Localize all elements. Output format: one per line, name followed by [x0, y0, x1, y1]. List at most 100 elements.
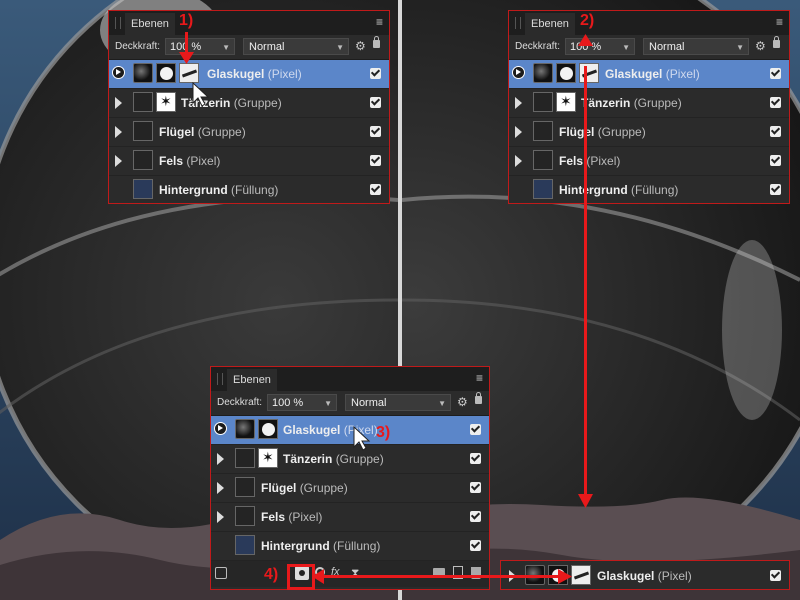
layer-type: (Pixel) [665, 67, 700, 81]
layer-row-glaskugel[interactable]: Glaskugel (Pixel) [211, 416, 489, 445]
opacity-value: 100 % [272, 397, 304, 409]
layer-name: Fels (Pixel) [559, 154, 620, 168]
blend-mode-select[interactable]: Normal ▼ [345, 394, 451, 411]
expand-icon[interactable] [515, 97, 522, 109]
layer-row-hintergrund[interactable]: Hintergrund (Füllung) [109, 176, 389, 204]
visibility-checkbox[interactable] [770, 97, 781, 108]
expand-icon[interactable] [214, 422, 227, 435]
tab-ebenen[interactable]: Ebenen [525, 13, 575, 35]
visibility-checkbox[interactable] [770, 184, 781, 195]
expand-icon[interactable] [217, 511, 224, 523]
blend-mode-select[interactable]: Normal ▼ [643, 38, 749, 55]
gear-icon[interactable]: ⚙ [755, 39, 766, 53]
gear-icon[interactable]: ⚙ [355, 39, 366, 53]
layer-row-fels[interactable]: Fels (Pixel) [509, 147, 789, 176]
brush-thumbnail [179, 63, 199, 83]
visibility-checkbox[interactable] [470, 482, 481, 493]
visibility-checkbox[interactable] [470, 453, 481, 464]
arrow-line-vertical [584, 66, 587, 498]
panel-tabbar: Ebenen ≡ [211, 367, 489, 391]
layer-row-fels[interactable]: Fels (Pixel) [109, 147, 389, 176]
opacity-field[interactable]: 100 % ▼ [267, 394, 337, 411]
mouse-cursor-icon [353, 426, 371, 451]
layer-row-fels[interactable]: Fels (Pixel) [211, 503, 489, 532]
tab-ebenen[interactable]: Ebenen [125, 13, 175, 35]
expand-icon[interactable] [217, 453, 224, 465]
grip-icon[interactable] [515, 17, 521, 29]
expand-icon[interactable] [217, 482, 224, 494]
layer-row-fluegel[interactable]: Flügel (Gruppe) [211, 474, 489, 503]
expand-icon[interactable] [115, 126, 122, 138]
blend-mode-select[interactable]: Normal ▼ [243, 38, 349, 55]
layer-row-fluegel[interactable]: Flügel (Gruppe) [109, 118, 389, 147]
chevron-down-icon: ▼ [222, 43, 230, 52]
visibility-checkbox[interactable] [470, 511, 481, 522]
layer-thumbnail [133, 63, 153, 83]
layer-type: (Pixel) [267, 67, 302, 81]
layer-row-taenzerin[interactable]: Tänzerin (Gruppe) [211, 445, 489, 474]
lock-icon[interactable] [773, 36, 780, 48]
layer-type: (Gruppe) [233, 96, 282, 110]
visibility-checkbox[interactable] [370, 68, 381, 79]
layer-name: Fels (Pixel) [261, 510, 322, 524]
layer-name-text: Fels [261, 510, 286, 524]
layer-type: (Gruppe) [299, 481, 348, 495]
layer-type: (Gruppe) [597, 125, 646, 139]
opacity-field[interactable]: 100 % ▼ [565, 38, 635, 55]
layer-name: Glaskugel (Pixel) [597, 569, 692, 583]
expand-icon[interactable] [515, 126, 522, 138]
expand-icon[interactable] [112, 66, 125, 79]
layers-studio-icon[interactable] [215, 567, 227, 579]
highlight-box [287, 564, 315, 590]
layer-row-taenzerin[interactable]: Tänzerin (Gruppe) [509, 89, 789, 118]
visibility-checkbox[interactable] [770, 68, 781, 79]
gear-icon[interactable]: ⚙ [457, 395, 468, 409]
layer-row-fluegel[interactable]: Flügel (Gruppe) [509, 118, 789, 147]
visibility-checkbox[interactable] [770, 155, 781, 166]
panel-menu-icon[interactable]: ≡ [476, 371, 483, 385]
grip-icon[interactable] [217, 373, 223, 385]
dancer-thumbnail [258, 448, 278, 468]
panel-menu-icon[interactable]: ≡ [776, 15, 783, 29]
dancer-thumbnail [556, 92, 576, 112]
layer-row-taenzerin[interactable]: Tänzerin (Gruppe) [109, 89, 389, 118]
expand-icon[interactable] [115, 97, 122, 109]
visibility-checkbox[interactable] [470, 540, 481, 551]
layer-name-text: Tänzerin [581, 96, 631, 110]
layers-panel-2: Ebenen ≡ Deckkraft: 100 % ▼ Normal ▼ ⚙ Gla… [508, 10, 790, 204]
layer-type: (Gruppe) [197, 125, 246, 139]
arrow-head-icon [578, 34, 593, 46]
opacity-label: Deckkraft: [115, 41, 161, 52]
layer-name: Fels (Pixel) [159, 154, 220, 168]
layer-row-hintergrund[interactable]: Hintergrund (Füllung) [211, 532, 489, 561]
layer-row-glaskugel[interactable]: Glaskugel (Pixel) [109, 60, 389, 89]
expand-icon[interactable] [115, 155, 122, 167]
panel-menu-icon[interactable]: ≡ [376, 15, 383, 29]
visibility-checkbox[interactable] [370, 184, 381, 195]
panel-toolbar: Deckkraft: 100 % ▼ Normal ▼ ⚙ [509, 35, 789, 60]
layer-name: Tänzerin (Gruppe) [581, 96, 682, 110]
lock-icon[interactable] [373, 36, 380, 48]
layer-row-glaskugel[interactable]: Glaskugel (Pixel) [509, 60, 789, 89]
expand-icon[interactable] [515, 155, 522, 167]
tab-ebenen[interactable]: Ebenen [227, 369, 277, 391]
layer-name-text: Hintergrund [261, 539, 330, 553]
visibility-checkbox[interactable] [470, 424, 481, 435]
layer-type: (Gruppe) [335, 452, 384, 466]
visibility-checkbox[interactable] [770, 570, 781, 581]
layer-row-hintergrund[interactable]: Hintergrund (Füllung) [509, 176, 789, 204]
visibility-checkbox[interactable] [770, 126, 781, 137]
grip-icon[interactable] [115, 17, 121, 29]
layer-type: (Pixel) [657, 569, 692, 583]
layer-type: (Pixel) [586, 154, 621, 168]
visibility-checkbox[interactable] [370, 97, 381, 108]
opacity-field[interactable]: 100 % ▼ [165, 38, 235, 55]
lock-icon[interactable] [475, 392, 482, 404]
mouse-cursor-icon [192, 82, 210, 107]
mask-thumbnail [258, 419, 278, 439]
visibility-checkbox[interactable] [370, 155, 381, 166]
layer-thumbnail [235, 448, 255, 468]
visibility-checkbox[interactable] [370, 126, 381, 137]
expand-icon[interactable] [512, 66, 525, 79]
filter-icon[interactable]: ⧗ [351, 566, 359, 581]
